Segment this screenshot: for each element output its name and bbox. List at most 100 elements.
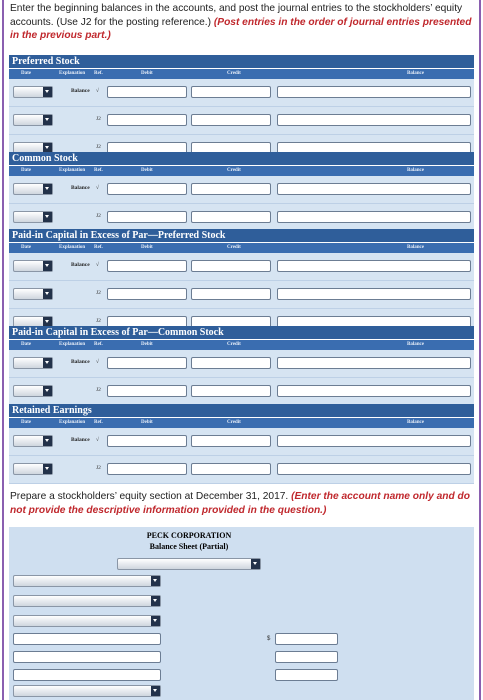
account-name-select[interactable]: [13, 575, 161, 587]
date-select[interactable]: [13, 357, 53, 369]
balance-input[interactable]: [277, 435, 471, 447]
column-header-credit: Credit: [227, 71, 241, 76]
credit-input[interactable]: [191, 183, 271, 195]
credit-input[interactable]: [191, 435, 271, 447]
chevron-down-icon: [43, 212, 52, 222]
chevron-down-icon: [251, 559, 260, 569]
posting-ref-text: √: [96, 262, 100, 268]
posting-ref-text: J2: [96, 290, 101, 296]
account-name-input[interactable]: [13, 669, 161, 681]
credit-input[interactable]: [191, 385, 271, 397]
heading-select[interactable]: [117, 558, 261, 570]
amount-input[interactable]: [275, 633, 338, 645]
debit-input[interactable]: [107, 183, 187, 195]
column-header-row: Date Explanation Ref. Debit Credit Balance: [9, 340, 474, 350]
date-select[interactable]: [13, 114, 53, 126]
chevron-down-icon: [151, 576, 160, 586]
explanation-text: Balance: [71, 88, 90, 94]
instructions-text: Prepare a stockholders’ equity section a…: [10, 491, 289, 502]
column-header-row: Date Explanation Ref. Debit Credit Balance: [9, 418, 474, 428]
posting-ref-text: J2: [96, 213, 101, 219]
column-header-explanation: Explanation: [59, 420, 86, 425]
explanation-text: Balance: [71, 359, 90, 365]
balance-input[interactable]: [277, 463, 471, 475]
date-select[interactable]: [13, 463, 53, 475]
ledger-row: Balance √: [9, 350, 474, 378]
chevron-down-icon: [43, 436, 52, 446]
chevron-down-icon: [43, 87, 52, 97]
posting-ref-text: J2: [96, 465, 101, 471]
dollar-sign: $: [267, 636, 271, 642]
balance-input[interactable]: [277, 385, 471, 397]
credit-input[interactable]: [191, 288, 271, 300]
posting-ref-text: √: [96, 437, 100, 443]
debit-input[interactable]: [107, 211, 187, 223]
account-name-select[interactable]: [13, 615, 161, 627]
credit-input[interactable]: [191, 211, 271, 223]
balance-input[interactable]: [277, 114, 471, 126]
account-title: Paid-in Capital in Excess of Par—Preferr…: [9, 229, 474, 243]
credit-input[interactable]: [191, 260, 271, 272]
debit-input[interactable]: [107, 260, 187, 272]
balance-input[interactable]: [277, 211, 471, 223]
column-header-date: Date: [21, 420, 31, 425]
column-header-row: Date Explanation Ref. Debit Credit Balance: [9, 166, 474, 176]
column-header-debit: Debit: [141, 168, 153, 173]
debit-input[interactable]: [107, 86, 187, 98]
column-header-explanation: Explanation: [59, 168, 86, 173]
ledger-row: J2: [9, 204, 474, 232]
chevron-down-icon: [151, 596, 160, 606]
account-title: Common Stock: [9, 152, 474, 166]
date-select[interactable]: [13, 260, 53, 272]
date-select[interactable]: [13, 86, 53, 98]
debit-input[interactable]: [107, 463, 187, 475]
account-name-input[interactable]: [13, 651, 161, 663]
credit-input[interactable]: [191, 114, 271, 126]
date-select[interactable]: [13, 288, 53, 300]
debit-input[interactable]: [107, 435, 187, 447]
instructions-balance-sheet: Prepare a stockholders’ equity section a…: [10, 490, 472, 517]
debit-input[interactable]: [107, 288, 187, 300]
column-header-ref: Ref.: [94, 245, 103, 250]
balance-input[interactable]: [277, 86, 471, 98]
amount-input[interactable]: [275, 651, 338, 663]
account-name-select[interactable]: [13, 595, 161, 607]
column-header-balance: Balance: [407, 168, 424, 173]
ledger-row: J2: [9, 456, 474, 484]
chevron-down-icon: [43, 115, 52, 125]
ledger-row: J2: [9, 378, 474, 406]
account-name-select[interactable]: [13, 685, 161, 697]
amount-input[interactable]: [275, 669, 338, 681]
ledger-row: Balance √: [9, 428, 474, 456]
column-header-date: Date: [21, 71, 31, 76]
balance-input[interactable]: [277, 357, 471, 369]
column-header-credit: Credit: [227, 420, 241, 425]
account-name-input[interactable]: [13, 633, 161, 645]
balance-input[interactable]: [277, 260, 471, 272]
column-header-balance: Balance: [407, 420, 424, 425]
chevron-down-icon: [43, 289, 52, 299]
explanation-text: Balance: [71, 262, 90, 268]
account-title: Retained Earnings: [9, 404, 474, 418]
explanation-text: Balance: [71, 185, 90, 191]
debit-input[interactable]: [107, 385, 187, 397]
credit-input[interactable]: [191, 463, 271, 475]
column-header-balance: Balance: [407, 342, 424, 347]
date-select[interactable]: [13, 435, 53, 447]
date-select[interactable]: [13, 385, 53, 397]
date-select[interactable]: [13, 211, 53, 223]
column-header-ref: Ref.: [94, 342, 103, 347]
column-header-date: Date: [21, 342, 31, 347]
balance-input[interactable]: [277, 183, 471, 195]
posting-ref-text: J2: [96, 387, 101, 393]
balance-input[interactable]: [277, 288, 471, 300]
account-title: Paid-in Capital in Excess of Par—Common …: [9, 326, 474, 340]
credit-input[interactable]: [191, 86, 271, 98]
chevron-down-icon: [151, 686, 160, 696]
date-select[interactable]: [13, 183, 53, 195]
column-header-debit: Debit: [141, 342, 153, 347]
credit-input[interactable]: [191, 357, 271, 369]
debit-input[interactable]: [107, 357, 187, 369]
company-name: PECK CORPORATION: [146, 531, 232, 540]
debit-input[interactable]: [107, 114, 187, 126]
